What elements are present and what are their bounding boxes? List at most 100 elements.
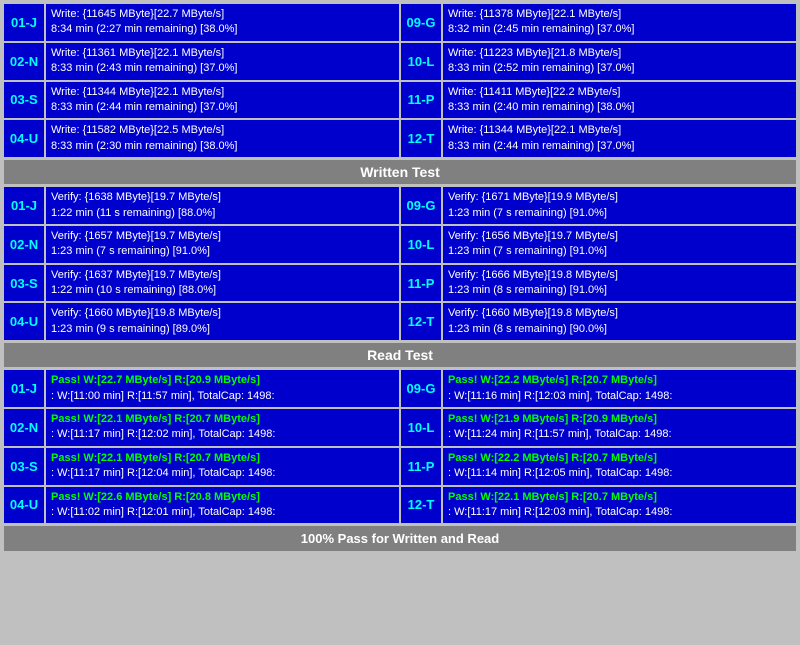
row-pair: 02-NPass! W:[22.1 MByte/s] R:[20.7 MByte… [4,409,796,446]
stat-line1: Verify: {1671 MByte}[19.9 MByte/s] [448,190,791,205]
stat-line2: 1:23 min (8 s remaining) [91.0%] [448,283,791,298]
stat-line2: 1:22 min (10 s remaining) [88.0%] [51,283,394,298]
drive-id: 11-P [401,448,443,485]
stat-line2: 1:23 min (7 s remaining) [91.0%] [448,206,791,221]
drive-id: 03-S [4,265,46,302]
pass-detail: : W:[11:00 min] R:[11:57 min], TotalCap:… [51,389,394,404]
drive-entry: 11-PWrite: {11411 MByte}[22.2 MByte/s]8:… [401,82,796,119]
drive-body: Verify: {1666 MByte}[19.8 MByte/s]1:23 m… [443,265,796,302]
stat-line2: 8:34 min (2:27 min remaining) [38.0%] [51,22,394,37]
drive-body: Write: {11582 MByte}[22.5 MByte/s]8:33 m… [46,120,399,157]
stat-line1: Write: {11645 MByte}[22.7 MByte/s] [51,7,394,22]
drive-entry: 04-UVerify: {1660 MByte}[19.8 MByte/s]1:… [4,303,399,340]
pass-detail: : W:[11:17 min] R:[12:04 min], TotalCap:… [51,466,394,481]
drive-id: 10-L [401,43,443,80]
drive-entry: 01-JWrite: {11645 MByte}[22.7 MByte/s]8:… [4,4,399,41]
drive-entry: 02-NVerify: {1657 MByte}[19.7 MByte/s]1:… [4,226,399,263]
drive-id: 04-U [4,120,46,157]
drive-id: 02-N [4,409,46,446]
drive-body: Verify: {1638 MByte}[19.7 MByte/s]1:22 m… [46,187,399,224]
drive-entry: 11-P Pass! W:[22.2 MByte/s] R:[20.7 MByte… [401,448,796,485]
stat-line2: 8:33 min (2:52 min remaining) [37.0%] [448,61,791,76]
drive-body: Write: {11645 MByte}[22.7 MByte/s]8:34 m… [46,4,399,41]
drive-entry: 09-GPass! W:[22.2 MByte/s] R:[20.7 MByte… [401,370,796,407]
drive-body: Pass! W:[22.1 MByte/s] R:[20.7 MByte/s]:… [46,409,399,446]
stat-line1: Write: {11411 MByte}[22.2 MByte/s] [448,85,791,100]
drive-id: 02-N [4,226,46,263]
drive-entry: 11-PVerify: {1666 MByte}[19.8 MByte/s]1:… [401,265,796,302]
drive-id: 09-G [401,4,443,41]
pass-label: Pass! W:[22.6 MByte/s] R:[20.8 MByte/s] [51,490,394,505]
stat-line2: 8:32 min (2:45 min remaining) [37.0%] [448,22,791,37]
drive-body: Write: {11344 MByte}[22.1 MByte/s]8:33 m… [46,82,399,119]
drive-body: Pass! W:[22.2 MByte/s] R:[20.7 MByte/s]:… [443,370,796,407]
verify-section: 01-JVerify: {1638 MByte}[19.7 MByte/s]1:… [4,187,796,340]
drive-entry: 12-TWrite: {11344 MByte}[22.1 MByte/s]8:… [401,120,796,157]
row-pair: 02-NWrite: {11361 MByte}[22.1 MByte/s]8:… [4,43,796,80]
drive-entry: 10-LPass! W:[21.9 MByte/s] R:[20.9 MByte… [401,409,796,446]
drive-entry: 10-LWrite: {11223 MByte}[21.8 MByte/s]8:… [401,43,796,80]
drive-id: 01-J [4,187,46,224]
pass-label: Pass! W:[22.2 MByte/s] R:[20.7 MByte/s] [448,451,791,466]
read-section: 01-JPass! W:[22.7 MByte/s] R:[20.9 MByte… [4,370,796,523]
drive-id: 11-P [401,265,443,302]
pass-detail: : W:[11:16 min] R:[12:03 min], TotalCap:… [448,389,791,404]
drive-body: Write: {11411 MByte}[22.2 MByte/s]8:33 m… [443,82,796,119]
write-section: 01-JWrite: {11645 MByte}[22.7 MByte/s]8:… [4,4,796,157]
drive-body: Write: {11361 MByte}[22.1 MByte/s]8:33 m… [46,43,399,80]
row-pair: 03-SWrite: {11344 MByte}[22.1 MByte/s]8:… [4,82,796,119]
drive-entry: 12-TVerify: {1660 MByte}[19.8 MByte/s]1:… [401,303,796,340]
read-test-label: Read Test [4,343,796,367]
drive-entry: 01-JVerify: {1638 MByte}[19.7 MByte/s]1:… [4,187,399,224]
drive-entry: 03-SPass! W:[22.1 MByte/s] R:[20.7 MByte… [4,448,399,485]
stat-line2: 1:23 min (9 s remaining) [89.0%] [51,322,394,337]
drive-id: 01-J [4,4,46,41]
drive-id: 03-S [4,82,46,119]
stat-line1: Write: {11361 MByte}[22.1 MByte/s] [51,46,394,61]
stat-line2: 8:33 min (2:43 min remaining) [37.0%] [51,61,394,76]
row-pair: 04-UPass! W:[22.6 MByte/s] R:[20.8 MByte… [4,487,796,524]
drive-body: Pass! W:[22.1 MByte/s] R:[20.7 MByte/s]:… [46,448,399,485]
drive-entry: 04-UWrite: {11582 MByte}[22.5 MByte/s]8:… [4,120,399,157]
drive-body: Verify: {1657 MByte}[19.7 MByte/s]1:23 m… [46,226,399,263]
stat-line1: Write: {11223 MByte}[21.8 MByte/s] [448,46,791,61]
drive-id: 11-P [401,82,443,119]
pass-label: Pass! W:[22.1 MByte/s] R:[20.7 MByte/s] [51,412,394,427]
drive-body: Verify: {1660 MByte}[19.8 MByte/s]1:23 m… [46,303,399,340]
drive-entry: 12-TPass! W:[22.1 MByte/s] R:[20.7 MByte… [401,487,796,524]
drive-body: Write: {11223 MByte}[21.8 MByte/s]8:33 m… [443,43,796,80]
drive-id: 09-G [401,370,443,407]
pass-detail: : W:[11:02 min] R:[12:01 min], TotalCap:… [51,505,394,520]
stat-line2: 8:33 min (2:40 min remaining) [38.0%] [448,100,791,115]
row-pair: 04-UWrite: {11582 MByte}[22.5 MByte/s]8:… [4,120,796,157]
drive-entry: 02-NPass! W:[22.1 MByte/s] R:[20.7 MByte… [4,409,399,446]
stat-line2: 1:23 min (7 s remaining) [91.0%] [448,244,791,259]
drive-entry: 04-UPass! W:[22.6 MByte/s] R:[20.8 MByte… [4,487,399,524]
bottom-bar: 100% Pass for Written and Read [4,526,796,551]
drive-id: 02-N [4,43,46,80]
stat-line2: 1:23 min (7 s remaining) [91.0%] [51,244,394,259]
drive-entry: 09-GVerify: {1671 MByte}[19.9 MByte/s]1:… [401,187,796,224]
stat-line2: 8:33 min (2:44 min remaining) [37.0%] [448,139,791,154]
stat-line2: 1:22 min (11 s remaining) [88.0%] [51,206,394,221]
stat-line2: 8:33 min (2:44 min remaining) [37.0%] [51,100,394,115]
row-pair: 01-JPass! W:[22.7 MByte/s] R:[20.9 MByte… [4,370,796,407]
stat-line1: Verify: {1657 MByte}[19.7 MByte/s] [51,229,394,244]
drive-id: 03-S [4,448,46,485]
stat-line2: 8:33 min (2:30 min remaining) [38.0%] [51,139,394,154]
drive-body: Write: {11344 MByte}[22.1 MByte/s]8:33 m… [443,120,796,157]
drive-id: 12-T [401,120,443,157]
row-pair: 01-JWrite: {11645 MByte}[22.7 MByte/s]8:… [4,4,796,41]
stat-line1: Verify: {1638 MByte}[19.7 MByte/s] [51,190,394,205]
row-pair: 01-JVerify: {1638 MByte}[19.7 MByte/s]1:… [4,187,796,224]
stat-line1: Verify: {1660 MByte}[19.8 MByte/s] [448,306,791,321]
drive-body: Verify: {1671 MByte}[19.9 MByte/s]1:23 m… [443,187,796,224]
drive-entry: 03-SWrite: {11344 MByte}[22.1 MByte/s]8:… [4,82,399,119]
row-pair: 03-SPass! W:[22.1 MByte/s] R:[20.7 MByte… [4,448,796,485]
pass-detail: : W:[11:17 min] R:[12:02 min], TotalCap:… [51,427,394,442]
drive-body: Pass! W:[22.7 MByte/s] R:[20.9 MByte/s]:… [46,370,399,407]
drive-entry: 02-NWrite: {11361 MByte}[22.1 MByte/s]8:… [4,43,399,80]
stat-line1: Write: {11582 MByte}[22.5 MByte/s] [51,123,394,138]
stat-line1: Write: {11344 MByte}[22.1 MByte/s] [448,123,791,138]
drive-body: Write: {11378 MByte}[22.1 MByte/s]8:32 m… [443,4,796,41]
